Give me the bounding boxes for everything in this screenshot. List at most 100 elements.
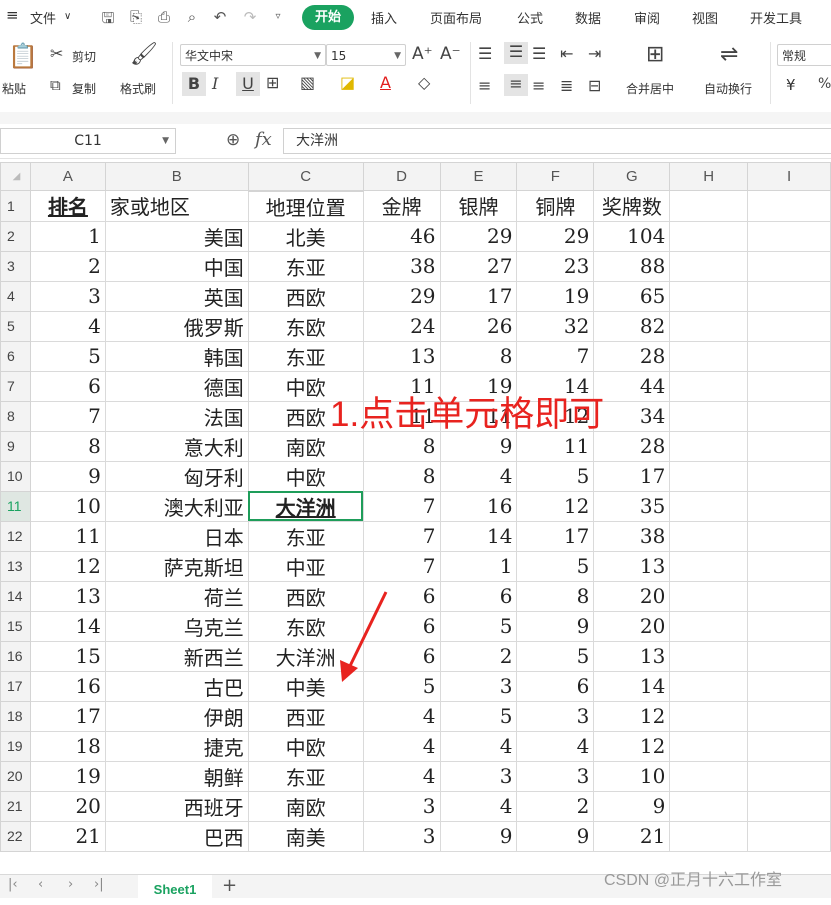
paste-button[interactable]: 粘贴 <box>2 80 26 97</box>
increase-indent-icon[interactable]: ⇥ <box>588 44 601 63</box>
decrease-indent-icon[interactable]: ⇤ <box>560 44 573 63</box>
decrease-font-icon[interactable]: A⁻ <box>440 44 461 64</box>
cell-f5[interactable]: 32 <box>516 310 595 342</box>
cell-h10[interactable] <box>669 460 749 492</box>
align-bottom-icon[interactable]: ☰ <box>532 44 546 63</box>
cell-c10[interactable]: 中欧 <box>247 460 364 492</box>
cell-b11[interactable]: 澳大利亚 <box>104 490 249 522</box>
cell-d12[interactable]: 7 <box>362 520 441 552</box>
cell-f18[interactable]: 3 <box>516 700 595 732</box>
cell-b1[interactable]: 家或地区 <box>104 190 249 222</box>
cell-e6[interactable]: 8 <box>439 340 518 372</box>
cell-e18[interactable]: 5 <box>439 700 518 732</box>
cell-a22[interactable]: 21 <box>29 820 106 852</box>
cell-i4[interactable] <box>747 280 831 312</box>
cell-f22[interactable]: 9 <box>516 820 595 852</box>
cell-g8[interactable]: 34 <box>593 400 671 432</box>
cell-f11[interactable]: 12 <box>516 490 595 522</box>
cell-d5[interactable]: 24 <box>362 310 441 342</box>
cell-i20[interactable] <box>747 760 831 792</box>
cell-i6[interactable] <box>747 340 831 372</box>
cell-i16[interactable] <box>747 640 831 672</box>
cell-d1[interactable]: 金牌 <box>362 190 441 222</box>
cell-f2[interactable]: 29 <box>516 220 595 252</box>
cell-b13[interactable]: 萨克斯坦 <box>104 550 249 582</box>
cell-e14[interactable]: 6 <box>439 580 518 612</box>
cell-a1[interactable]: 排名 <box>29 190 106 222</box>
row-header[interactable]: 8 <box>0 400 31 432</box>
cell-g1[interactable]: 奖牌数 <box>593 190 671 222</box>
cell-f21[interactable]: 2 <box>516 790 595 822</box>
cell-a8[interactable]: 7 <box>29 400 106 432</box>
currency-button[interactable]: ¥ <box>786 76 796 94</box>
merge-center-button[interactable]: 合并居中 <box>626 80 674 97</box>
cell-i1[interactable] <box>747 190 831 222</box>
distributed-icon[interactable]: ⊟ <box>588 76 601 95</box>
cell-c20[interactable]: 东亚 <box>247 760 364 792</box>
cell-h12[interactable] <box>669 520 749 552</box>
cell-d6[interactable]: 13 <box>362 340 441 372</box>
cell-a14[interactable]: 13 <box>29 580 106 612</box>
row-header[interactable]: 12 <box>0 520 31 552</box>
row-header[interactable]: 11 <box>0 490 31 522</box>
prev-sheet-icon[interactable]: ‹ <box>38 877 43 892</box>
cell-g21[interactable]: 9 <box>593 790 671 822</box>
cell-c6[interactable]: 东亚 <box>247 340 364 372</box>
cell-h2[interactable] <box>669 220 749 252</box>
cell-h6[interactable] <box>669 340 749 372</box>
cell-h21[interactable] <box>669 790 749 822</box>
cell-e11[interactable]: 16 <box>439 490 518 522</box>
column-header-b[interactable]: B <box>104 162 249 191</box>
cell-e13[interactable]: 1 <box>439 550 518 582</box>
border-icon[interactable]: ⊞ <box>266 73 279 92</box>
cell-a2[interactable]: 1 <box>29 220 106 252</box>
export-pdf-icon[interactable]: ⎘ <box>126 8 146 26</box>
cell-f15[interactable]: 9 <box>516 610 595 642</box>
cell-c22[interactable]: 南美 <box>247 820 364 852</box>
cell-b3[interactable]: 中国 <box>104 250 249 282</box>
font-color-icon[interactable]: A <box>380 73 391 92</box>
justify-icon[interactable]: ≣ <box>560 76 573 95</box>
cell-c19[interactable]: 中欧 <box>247 730 364 762</box>
undo-icon[interactable]: ↶ <box>210 8 230 26</box>
cell-b5[interactable]: 俄罗斯 <box>104 310 249 342</box>
column-header-f[interactable]: F <box>516 162 595 191</box>
cell-b14[interactable]: 荷兰 <box>104 580 249 612</box>
cell-a3[interactable]: 2 <box>29 250 106 282</box>
merge-cells-icon[interactable]: ⊞ <box>646 42 664 67</box>
column-header-a[interactable]: A <box>29 162 106 191</box>
next-sheet-icon[interactable]: › <box>68 877 73 892</box>
cell-g10[interactable]: 17 <box>593 460 671 492</box>
cell-b15[interactable]: 乌克兰 <box>104 610 249 642</box>
paste-icon[interactable]: 📋 <box>8 42 38 70</box>
cell-h7[interactable] <box>669 370 749 402</box>
cell-e15[interactable]: 5 <box>439 610 518 642</box>
cell-b18[interactable]: 伊朗 <box>104 700 249 732</box>
row-header[interactable]: 10 <box>0 460 31 492</box>
cell-h18[interactable] <box>669 700 749 732</box>
italic-icon[interactable]: I <box>212 74 218 93</box>
name-box[interactable]: C11 ▼ <box>0 128 176 154</box>
cell-e22[interactable]: 9 <box>439 820 518 852</box>
cell-g3[interactable]: 88 <box>593 250 671 282</box>
formula-input[interactable]: 大洋洲 <box>283 128 831 154</box>
increase-font-icon[interactable]: A⁺ <box>412 44 433 64</box>
percent-icon[interactable]: % <box>818 76 831 92</box>
cell-g7[interactable]: 44 <box>593 370 671 402</box>
bold-icon[interactable]: B <box>182 72 206 96</box>
font-size-select[interactable]: 15 ▼ <box>326 44 406 66</box>
cell-b6[interactable]: 韩国 <box>104 340 249 372</box>
cell-g9[interactable]: 28 <box>593 430 671 462</box>
print-icon[interactable]: ⎙ <box>154 8 174 26</box>
cell-h14[interactable] <box>669 580 749 612</box>
cell-f13[interactable]: 5 <box>516 550 595 582</box>
cell-a19[interactable]: 18 <box>29 730 106 762</box>
cell-a7[interactable]: 6 <box>29 370 106 402</box>
cell-i10[interactable] <box>747 460 831 492</box>
cell-b7[interactable]: 德国 <box>104 370 249 402</box>
cell-a15[interactable]: 14 <box>29 610 106 642</box>
row-header[interactable]: 14 <box>0 580 31 612</box>
cell-c4[interactable]: 西欧 <box>247 280 364 312</box>
row-header[interactable]: 19 <box>0 730 31 762</box>
font-name-select[interactable]: 华文中宋 ▼ <box>180 44 326 66</box>
